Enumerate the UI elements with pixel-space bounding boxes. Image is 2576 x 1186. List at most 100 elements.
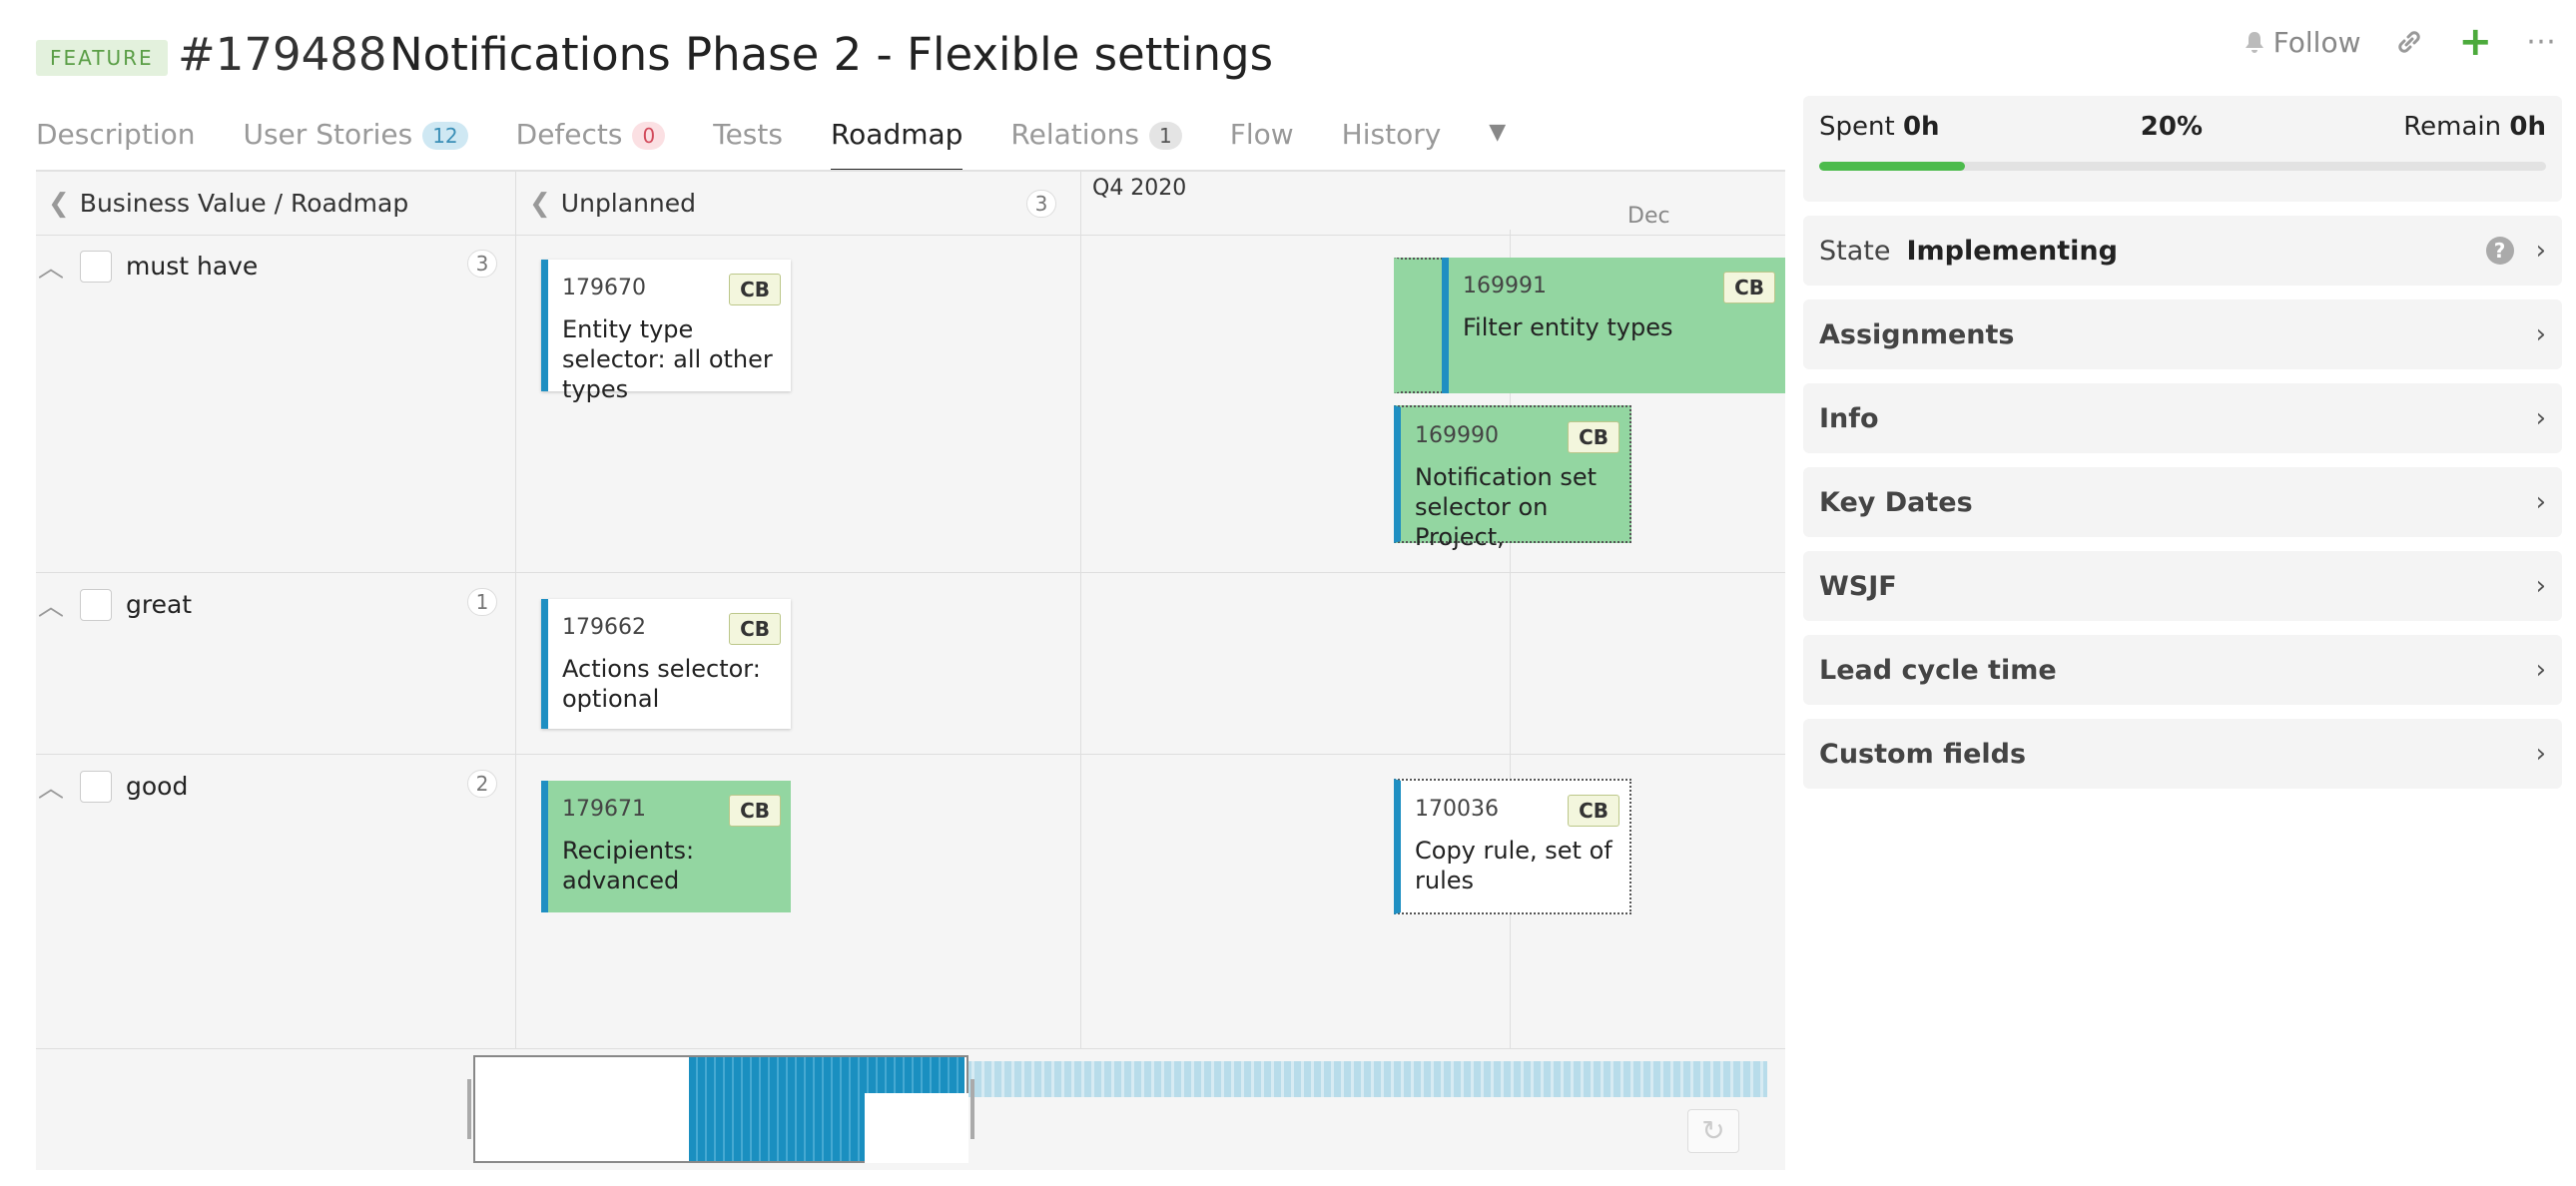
section-label: Info: [1819, 402, 1879, 434]
chevron-right-icon: ›: [2535, 319, 2546, 349]
axis-header-label: Business Value / Roadmap: [79, 189, 409, 218]
section-lead-cycle-time[interactable]: Lead cycle time ›: [1803, 635, 2562, 705]
row-checkbox[interactable]: [80, 250, 112, 283]
row-count: 1: [467, 588, 497, 616]
card-179670[interactable]: 179670 CB Entity type selector: all othe…: [541, 260, 791, 403]
link-icon[interactable]: [2394, 27, 2424, 57]
section-info[interactable]: Info ›: [1803, 383, 2562, 453]
help-icon[interactable]: ?: [2485, 237, 2514, 265]
minimap-left-handle[interactable]: [467, 1079, 471, 1139]
card-tag: CB: [729, 274, 781, 305]
more-icon[interactable]: ⋯: [2526, 27, 2556, 57]
follow-button[interactable]: Follow: [2244, 26, 2360, 59]
chevron-up-icon[interactable]: ︿: [36, 586, 66, 623]
tab-count-badge: 12: [422, 122, 468, 150]
chevron-right-icon: ›: [2535, 236, 2546, 266]
chevron-left-icon[interactable]: ❮: [48, 189, 70, 219]
remain-value: 0h: [2509, 112, 2546, 142]
chevron-up-icon[interactable]: ︿: [36, 248, 66, 285]
row-header-good: ︿ good 2: [36, 768, 509, 805]
section-custom-fields[interactable]: Custom fields ›: [1803, 719, 2562, 789]
quarter-label: Q4 2020: [1092, 176, 1187, 201]
progress-percent: 20%: [2140, 112, 2204, 142]
unplanned-count: 3: [1026, 190, 1056, 218]
spent-label: Spent: [1819, 112, 1895, 142]
section-label: Lead cycle time: [1819, 654, 2057, 686]
progress-bar: [1819, 162, 2546, 171]
progress-summary: Spent 0h 20% Remain 0h: [1819, 112, 2546, 142]
section-label: Custom fields: [1819, 738, 2027, 770]
tab-bar: Description User Stories 12 Defects 0 Test…: [36, 118, 1506, 172]
card-tag: CB: [1568, 421, 1619, 453]
tab-label: Relations: [1010, 118, 1140, 151]
month-label: Dec: [1627, 204, 1670, 229]
minimap-gap: [865, 1093, 968, 1163]
row-count: 3: [467, 250, 497, 278]
row-header-must-have: ︿ must have 3: [36, 248, 509, 285]
tab-defects[interactable]: Defects 0: [516, 118, 666, 172]
card-169991[interactable]: 169991 CB Filter entity types: [1442, 258, 1785, 393]
roadmap-board: ❮ Business Value / Roadmap ❮ Unplanned 3…: [36, 172, 1785, 1170]
bell-icon: [2245, 32, 2263, 53]
row-checkbox[interactable]: [80, 770, 112, 803]
card-text: Filter entity types: [1463, 313, 1673, 341]
remain: Remain 0h: [2403, 112, 2546, 142]
tab-label: Tests: [713, 118, 783, 151]
chevron-right-icon: ›: [2535, 655, 2546, 685]
state-label: State: [1819, 235, 1891, 267]
section-assignments[interactable]: Assignments ›: [1803, 299, 2562, 369]
section-label: WSJF: [1819, 570, 1897, 602]
row-count: 2: [467, 770, 497, 798]
minimap-track: [965, 1061, 1767, 1097]
tab-label: History: [1341, 118, 1442, 151]
tab-history[interactable]: History: [1342, 118, 1442, 172]
chevron-right-icon: ›: [2535, 487, 2546, 517]
card-tag: CB: [1723, 272, 1775, 303]
card-179662[interactable]: 179662 CB Actions selector: optional: [541, 599, 791, 729]
tab-relations[interactable]: Relations 1: [1010, 118, 1182, 172]
minimap-right-handle[interactable]: [970, 1079, 974, 1139]
tab-label: Defects: [515, 118, 623, 151]
row-label: good: [126, 772, 189, 801]
section-label: Assignments: [1819, 318, 2015, 350]
row-label: must have: [126, 252, 259, 281]
unplanned-header[interactable]: ❮ Unplanned 3: [515, 172, 1080, 236]
tab-description[interactable]: Description: [36, 118, 195, 172]
chevron-up-icon[interactable]: ︿: [36, 768, 66, 805]
time-progress: Spent 0h 20% Remain 0h: [1803, 96, 2562, 202]
tab-count-badge: 0: [632, 122, 666, 150]
section-wsjf[interactable]: WSJF ›: [1803, 551, 2562, 621]
tab-user-stories[interactable]: User Stories 12: [243, 118, 468, 172]
chevron-right-icon: ›: [2535, 571, 2546, 601]
tab-tests[interactable]: Tests: [713, 118, 783, 172]
refresh-icon[interactable]: ↻: [1687, 1109, 1739, 1153]
section-label: Key Dates: [1819, 486, 1973, 518]
dropdown-icon[interactable]: ▼: [1489, 120, 1506, 172]
card-text: Recipients: advanced: [562, 837, 695, 894]
plus-icon[interactable]: +: [2458, 19, 2492, 65]
column-divider: [1080, 172, 1081, 1048]
section-key-dates[interactable]: Key Dates ›: [1803, 467, 2562, 537]
minimap-viewport[interactable]: [473, 1055, 968, 1163]
column-divider: [515, 172, 516, 1048]
row-divider: [36, 754, 1785, 755]
entity-id: #179488: [178, 28, 387, 81]
state-section[interactable]: State Implementing ? ›: [1803, 216, 2562, 286]
tab-label: Roadmap: [830, 118, 964, 151]
timeline-minimap[interactable]: ↻: [36, 1048, 1785, 1170]
tab-roadmap[interactable]: Roadmap: [830, 118, 964, 172]
axis-header[interactable]: ❮ Business Value / Roadmap: [36, 172, 515, 236]
row-checkbox[interactable]: [80, 588, 112, 621]
top-actions: Follow + ⋯: [2244, 19, 2556, 65]
card-179671[interactable]: 179671 CB Recipients: advanced: [541, 781, 791, 912]
entity-title[interactable]: Notifications Phase 2 - Flexible setting…: [389, 28, 1273, 81]
card-169990[interactable]: 169990 CB Notification set selector on P…: [1394, 405, 1631, 551]
card-text: Entity type selector: all other types: [562, 315, 773, 403]
remain-label: Remain: [2403, 112, 2502, 142]
card-text: Actions selector: optional: [562, 655, 761, 713]
card-tag: CB: [729, 613, 781, 645]
tab-flow[interactable]: Flow: [1230, 118, 1294, 172]
card-170036[interactable]: 170036 CB Copy rule, set of rules: [1394, 779, 1631, 914]
tab-label: Flow: [1229, 118, 1294, 151]
chevron-left-icon[interactable]: ❮: [529, 189, 551, 219]
